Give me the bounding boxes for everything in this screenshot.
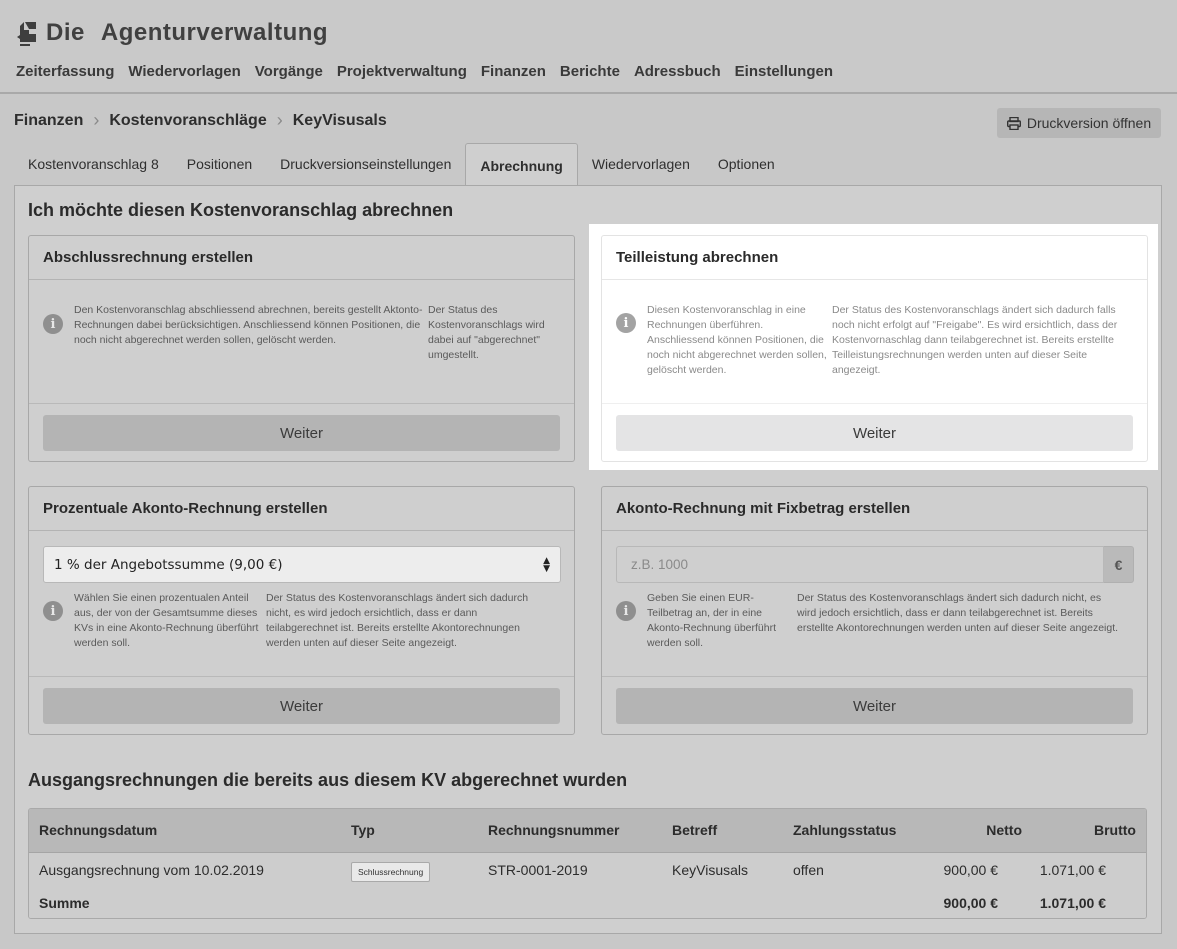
table-row[interactable]: Ausgangsrechnung vom 10.02.2019 Schlussr… [29,853,1146,889]
sum-brutto: 1.071,00 € [1039,895,1106,911]
card-footer: Weiter [602,676,1147,734]
nav-einstellungen[interactable]: Einstellungen [735,63,833,80]
nav-finanzen[interactable]: Finanzen [481,63,546,80]
card-description: Wählen Sie einen prozentualen Anteil aus… [74,592,259,649]
card-teilleistung: Teilleistung abrechnen i Diesen Kostenvo… [601,235,1148,462]
info-icon: i [43,314,63,334]
print-version-button[interactable]: Druckversion öffnen [997,108,1161,138]
weiter-button[interactable]: Weiter [43,688,560,724]
col-typ[interactable]: Typ [351,822,375,838]
card-description: Geben Sie einen EUR-Teilbetrag an, der i… [647,592,776,649]
main-nav: Zeiterfassung Wiedervorlagen Vorgänge Pr… [16,63,833,80]
logo-icon [17,22,36,46]
cell-betreff: KeyVisusals [672,862,749,878]
weiter-button[interactable]: Weiter [616,415,1133,451]
nav-vorgaenge[interactable]: Vorgänge [255,63,323,80]
percentage-select[interactable]: 1 % der Angebotssumme (9,00 €) ▲ ▼ [43,546,561,583]
app-brand[interactable]: Die Agenturverwaltung [16,16,328,50]
cell-nummer: STR-0001-2019 [488,862,588,878]
breadcrumb-finanzen[interactable]: Finanzen [14,112,83,130]
percentage-select-value: 1 % der Angebotssumme (9,00 €) [54,556,283,573]
nav-berichte[interactable]: Berichte [560,63,620,80]
section-title: Ich möchte diesen Kostenvoranschlag abre… [28,200,454,220]
sum-label: Summe [39,895,90,911]
cell-datum[interactable]: Ausgangsrechnung vom 10.02.2019 [39,862,264,878]
cell-netto: 900,00 € [943,862,999,878]
nav-adressbuch[interactable]: Adressbuch [634,63,721,80]
col-netto[interactable]: Netto [986,822,1022,838]
card-fixbetrag-akonto: Akonto-Rechnung mit Fixbetrag erstellen … [601,486,1148,735]
card-status-note: Der Status des Kostenvoranschlags ändert… [832,304,1118,376]
fixbetrag-input[interactable]: z.B. 1000 [616,546,1104,583]
cell-status: offen [793,862,824,878]
sum-netto: 900,00 € [943,895,999,911]
col-brutto[interactable]: Brutto [1094,822,1136,838]
nav-wiedervorlagen[interactable]: Wiedervorlagen [128,63,240,80]
card-title: Prozentuale Akonto-Rechnung erstellen [29,487,574,531]
card-prozentuale-akonto: Prozentuale Akonto-Rechnung erstellen 1 … [28,486,575,735]
card-description: Diesen Kostenvoranschlag in eine Rechnun… [647,304,827,376]
tab-optionen[interactable]: Optionen [704,142,789,186]
brand-word-agenturverwaltung: Agenturverwaltung [100,19,329,46]
card-status-note: Der Status des Kostenvoranschlags ändert… [266,592,529,649]
tab-kostenvoranschlag[interactable]: Kostenvoranschlag 8 [14,142,173,186]
card-footer: Weiter [29,403,574,461]
select-arrows-icon: ▲ ▼ [543,555,550,574]
weiter-button[interactable]: Weiter [616,688,1133,724]
info-icon: i [616,601,636,621]
card-footer: Weiter [29,676,574,734]
col-betreff[interactable]: Betreff [672,822,717,838]
card-title: Akonto-Rechnung mit Fixbetrag erstellen [602,487,1147,531]
nav-zeiterfassung[interactable]: Zeiterfassung [16,63,114,80]
print-version-label: Druckversion öffnen [1026,115,1152,131]
info-icon: i [616,313,636,333]
cell-brutto: 1.071,00 € [1039,862,1106,878]
card-abschlussrechnung: Abschlussrechnung erstellen i Den Kosten… [28,235,575,462]
card-description: Den Kostenvoranschlag abschliessend abre… [74,304,423,346]
invoices-table: Rechnungsdatum Typ Rechnungsnummer Betre… [28,808,1147,919]
fixbetrag-input-placeholder: z.B. 1000 [631,557,689,572]
table-header: Rechnungsdatum Typ Rechnungsnummer Betre… [29,809,1146,853]
nav-projektverwaltung[interactable]: Projektverwaltung [337,63,467,80]
chevron-right-icon: › [93,110,100,130]
col-rechnungsdatum[interactable]: Rechnungsdatum [39,822,157,838]
sum-row: Summe 900,00 € 1.071,00 € [29,889,1146,918]
breadcrumb: Finanzen › Kostenvoranschläge › KeyVisus… [14,110,387,131]
col-zahlungsstatus[interactable]: Zahlungsstatus [793,822,896,838]
card-status-note: Der Status des Kostenvoranschlags ändert… [797,592,1119,634]
tab-positionen[interactable]: Positionen [173,142,266,186]
card-status-note: Der Status des Kostenvoranschlags wird d… [428,304,545,361]
breadcrumb-current: KeyVisusals [292,111,387,129]
brand-word-die: Die [46,19,85,46]
invoices-title: Ausgangsrechnungen die bereits aus diese… [28,770,628,790]
tab-druckversionseinstellungen[interactable]: Druckversionseinstellungen [266,142,465,186]
breadcrumb-kostenvoranschlaege[interactable]: Kostenvoranschläge [109,112,266,130]
table-body: Ausgangsrechnung vom 10.02.2019 Schlussr… [29,853,1146,918]
tab-abrechnung[interactable]: Abrechnung [465,143,578,187]
euro-addon: € [1104,546,1134,583]
app-header: Die Agenturverwaltung Zeiterfassung Wied… [0,0,1177,94]
chevron-right-icon: › [276,110,283,130]
info-icon: i [43,601,63,621]
tab-wiedervorlagen[interactable]: Wiedervorlagen [578,142,704,186]
card-title: Teilleistung abrechnen [602,236,1147,280]
card-title: Abschlussrechnung erstellen [29,236,574,280]
weiter-button[interactable]: Weiter [43,415,560,451]
printer-icon [1006,116,1021,130]
type-badge: Schlussrechnung [351,862,431,882]
tab-bar: Kostenvoranschlag 8 Positionen Druckvers… [14,142,789,187]
card-footer: Weiter [602,403,1147,461]
col-rechnungsnummer[interactable]: Rechnungsnummer [488,822,619,838]
